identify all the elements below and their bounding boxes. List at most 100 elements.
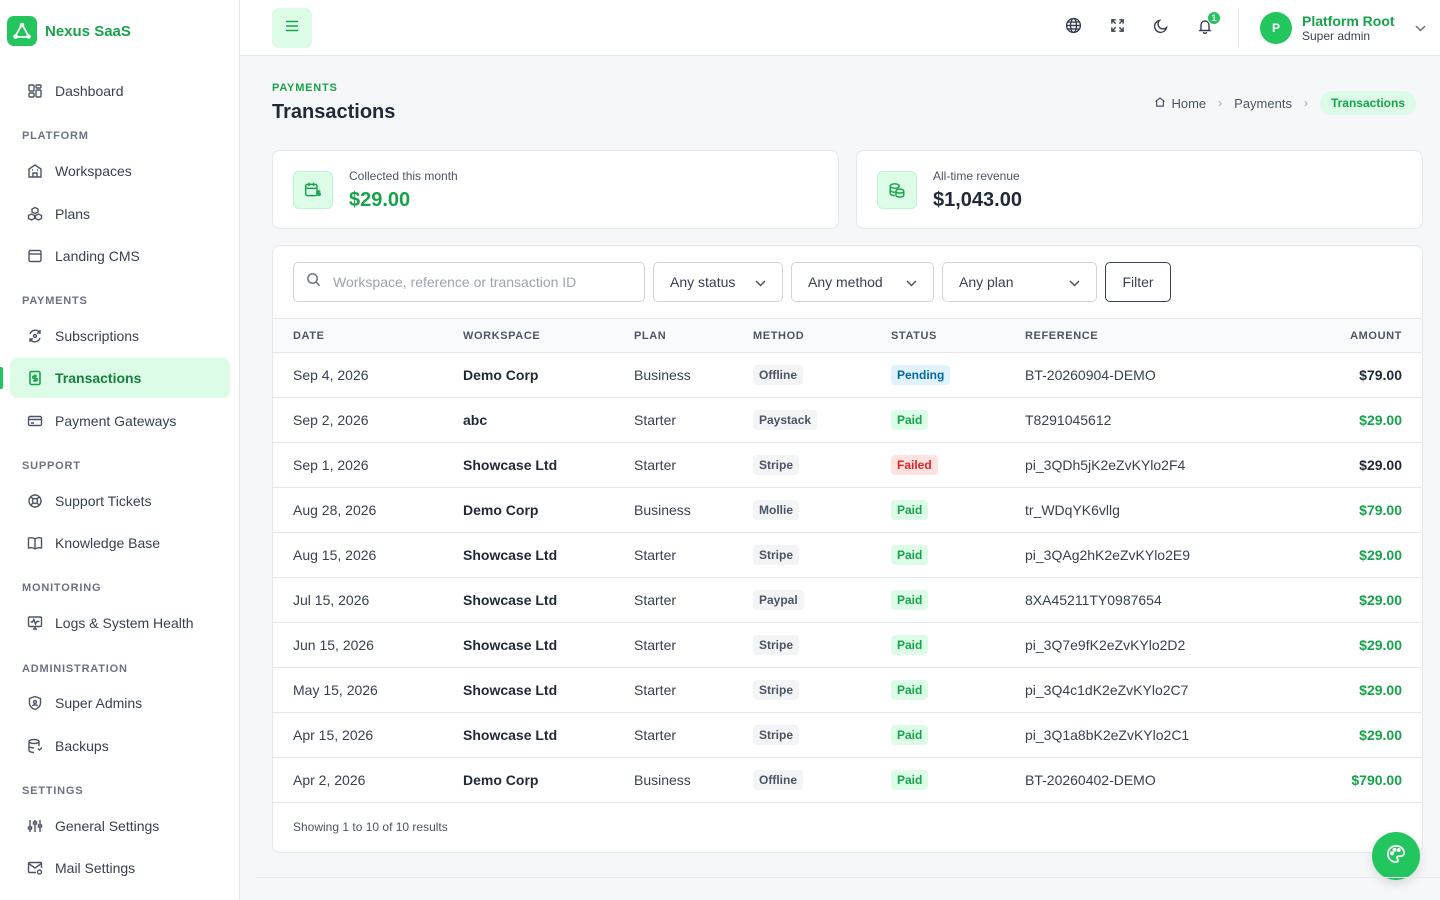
cell-date: Sep 1, 2026 — [293, 457, 369, 473]
table-row[interactable]: Aug 15, 2026 Showcase Ltd Starter Stripe Pai… — [273, 533, 1422, 578]
user-role: Super admin — [1302, 28, 1371, 43]
cell-date: Apr 2, 2026 — [293, 772, 366, 788]
table-row[interactable]: Sep 1, 2026 Showcase Ltd Starter Stripe Fail… — [273, 443, 1422, 488]
sidebar-item-backups[interactable]: Backups — [10, 726, 230, 766]
globe-icon — [1065, 17, 1082, 39]
cell-plan: Starter — [634, 412, 677, 428]
method-select[interactable]: Any method — [791, 262, 934, 302]
sidebar: Nexus SaaS Dashboard PLATFORM Workspaces… — [0, 0, 240, 900]
column-header-date[interactable]: DATE — [273, 319, 463, 353]
status-badge: Paid — [891, 635, 929, 655]
plan-select[interactable]: Any plan — [942, 262, 1097, 302]
cell-status: Failed — [891, 443, 1025, 488]
sidebar-item-support-tickets[interactable]: Support Tickets — [10, 481, 230, 521]
cell-plan: Starter — [634, 547, 677, 563]
refresh-icon — [26, 328, 43, 345]
receipt-icon — [26, 370, 43, 387]
method-badge: Stripe — [753, 680, 800, 700]
breadcrumb-home[interactable]: Home — [1154, 96, 1206, 111]
column-header-method[interactable]: METHOD — [753, 319, 891, 353]
cell-amount: $29.00 — [1359, 412, 1402, 428]
cell-reference: BT-20260402-DEMO — [1025, 772, 1156, 788]
status-badge: Paid — [891, 410, 929, 430]
column-header-reference[interactable]: REFERENCE — [1025, 319, 1272, 353]
sidebar-item-dashboard[interactable]: Dashboard — [10, 71, 230, 111]
breadcrumb: Home › Payments › Transactions — [1154, 91, 1416, 115]
breadcrumb-payments[interactable]: Payments — [1234, 96, 1292, 111]
cell-amount: $29.00 — [1359, 592, 1402, 608]
brand[interactable]: Nexus SaaS — [7, 16, 131, 46]
sidebar-item-knowledge-base[interactable]: Knowledge Base — [10, 523, 230, 563]
status-badge: Pending — [891, 365, 951, 385]
sidebar-item-label: Landing CMS — [55, 248, 140, 264]
table-row[interactable]: Sep 2, 2026 abc Starter Paystack Paid T829104… — [273, 398, 1422, 443]
sidebar-item-transactions[interactable]: Transactions — [10, 358, 230, 398]
sidebar-item-logs[interactable]: Logs & System Health — [10, 603, 230, 643]
method-badge: Paypal — [753, 590, 804, 610]
sidebar-item-workspaces[interactable]: Workspaces — [10, 151, 230, 191]
sidebar-item-plans[interactable]: Plans — [10, 194, 230, 234]
method-badge: Offline — [753, 365, 803, 385]
sidebar-item-payment-gateways[interactable]: Payment Gateways — [10, 401, 230, 441]
expand-icon — [1110, 18, 1125, 38]
stat-value: $29.00 — [349, 189, 411, 211]
nav-section-monitoring: MONITORING — [22, 582, 102, 594]
table-row[interactable]: Apr 15, 2026 Showcase Ltd Starter Stripe Pai… — [273, 713, 1422, 758]
notifications-button[interactable]: 1 — [1187, 10, 1223, 46]
status-badge: Paid — [891, 680, 929, 700]
dashboard-icon — [26, 83, 43, 100]
table-row[interactable]: Apr 2, 2026 Demo Corp Business Offline Paid B… — [273, 758, 1422, 803]
sidebar-item-landing-cms[interactable]: Landing CMS — [10, 236, 230, 276]
search-input[interactable] — [333, 274, 623, 290]
chevron-right-icon: › — [1303, 96, 1308, 110]
status-badge: Paid — [891, 500, 929, 520]
nav-section-payments: PAYMENTS — [22, 295, 88, 307]
sidebar-item-label: Super Admins — [55, 695, 143, 711]
cell-reference: tr_WDqYK6vllg — [1025, 502, 1120, 518]
cell-status: Pending — [891, 353, 1025, 398]
language-button[interactable] — [1055, 10, 1091, 46]
status-badge: Paid — [891, 590, 929, 610]
fullscreen-button[interactable] — [1099, 10, 1135, 46]
sidebar-item-mail-settings[interactable]: Mail Settings — [10, 848, 230, 888]
cell-reference: pi_3QAg2hK2eZvKYlo2E9 — [1025, 547, 1190, 563]
cell-workspace: Showcase Ltd — [463, 592, 558, 608]
cell-amount: $29.00 — [1359, 457, 1402, 473]
cell-method: Stripe — [753, 668, 891, 713]
filter-button[interactable]: Filter — [1105, 262, 1171, 302]
sidebar-item-label: Dashboard — [55, 83, 124, 99]
cell-status: Paid — [891, 713, 1025, 758]
sidebar-item-super-admins[interactable]: Super Admins — [10, 683, 230, 723]
chevron-right-icon: › — [1218, 96, 1223, 110]
customizer-button[interactable] — [1372, 832, 1420, 880]
table-row[interactable]: Aug 28, 2026 Demo Corp Business Mollie Paid t… — [273, 488, 1422, 533]
cell-reference: BT-20260904-DEMO — [1025, 367, 1156, 383]
user-menu[interactable]: P Platform Root Super admin — [1260, 12, 1426, 44]
cell-status: Paid — [891, 623, 1025, 668]
cell-plan: Business — [634, 772, 691, 788]
lifebuoy-icon — [26, 493, 43, 510]
status-select[interactable]: Any status — [653, 262, 783, 302]
cell-amount: $29.00 — [1359, 547, 1402, 563]
cell-amount: $790.00 — [1351, 772, 1402, 788]
cell-workspace: abc — [463, 412, 488, 428]
column-header-plan[interactable]: PLAN — [634, 319, 753, 353]
theme-toggle-button[interactable] — [1143, 10, 1179, 46]
cell-amount: $29.00 — [1359, 682, 1402, 698]
table-row[interactable]: Jun 15, 2026 Showcase Ltd Starter Stripe Pai… — [273, 623, 1422, 668]
table-row[interactable]: Sep 4, 2026 Demo Corp Business Offline Pendi… — [273, 353, 1422, 398]
menu-toggle-button[interactable] — [272, 8, 312, 48]
sidebar-item-general-settings[interactable]: General Settings — [10, 806, 230, 846]
sidebar-item-subscriptions[interactable]: Subscriptions — [10, 316, 230, 356]
cell-reference: pi_3QDh5jK2eZvKYlo2F4 — [1025, 457, 1186, 473]
sidebar-item-label: Mail Settings — [55, 860, 136, 876]
column-header-workspace[interactable]: WORKSPACE — [463, 319, 634, 353]
table-row[interactable]: May 15, 2026 Showcase Ltd Starter Stripe Pai… — [273, 668, 1422, 713]
column-header-status[interactable]: STATUS — [891, 319, 1025, 353]
table-row[interactable]: Jul 15, 2026 Showcase Ltd Starter Paypal Pai… — [273, 578, 1422, 623]
cell-workspace: Demo Corp — [463, 772, 539, 788]
footer-divider — [256, 877, 1440, 878]
column-header-amount[interactable]: AMOUNT — [1272, 319, 1422, 353]
cell-method: Stripe — [753, 533, 891, 578]
browser-icon — [26, 248, 43, 265]
